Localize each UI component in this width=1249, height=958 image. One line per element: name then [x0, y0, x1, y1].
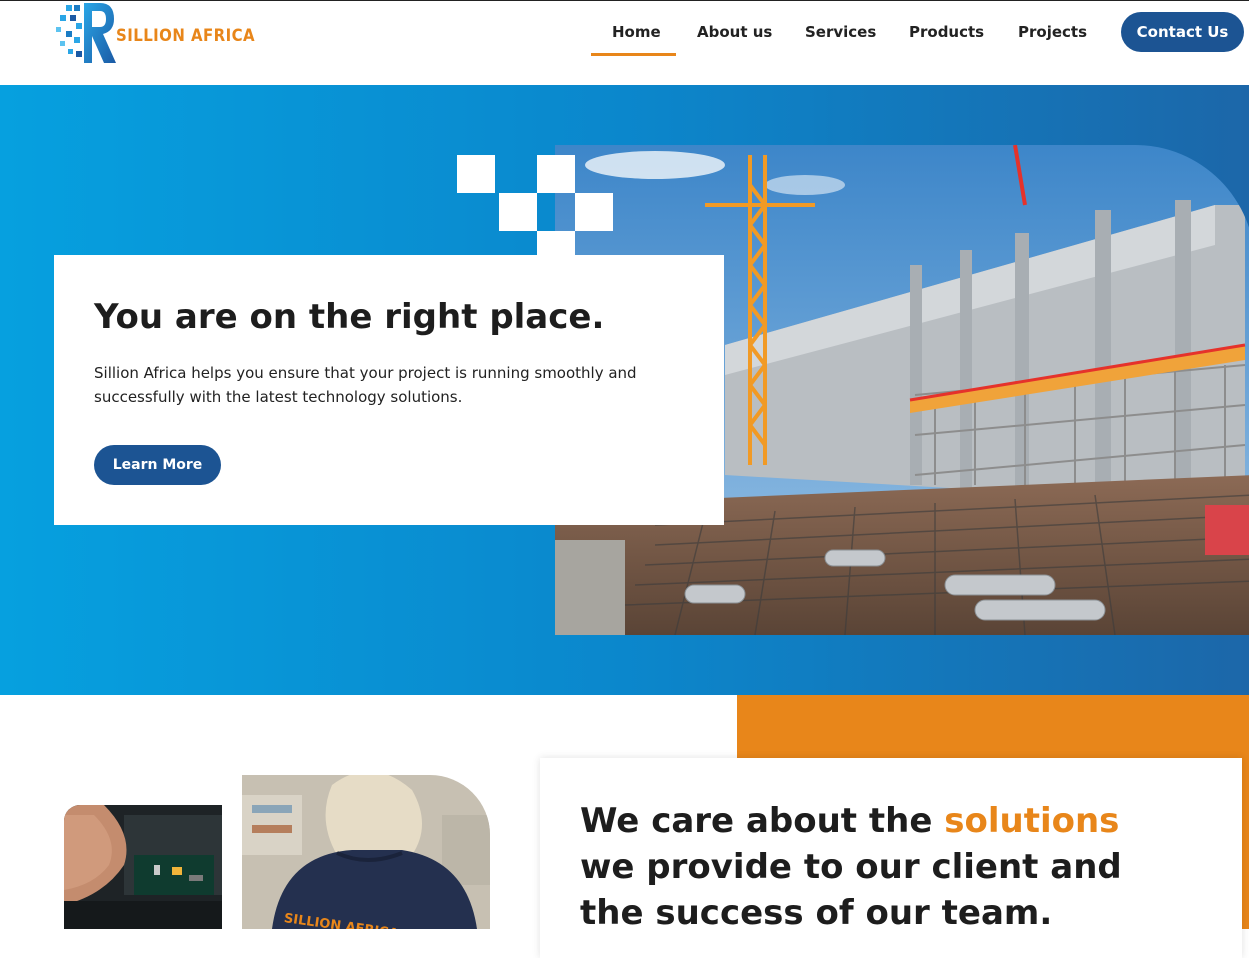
care-title-part1: We care about the [580, 801, 945, 841]
nav-products[interactable]: Products [909, 23, 984, 41]
care-title-accent: solutions [944, 801, 1120, 841]
nav-projects[interactable]: Projects [1018, 23, 1087, 41]
nav-home[interactable]: Home [612, 23, 661, 41]
logo-text: SILLION AFRICA [116, 26, 256, 46]
nav-active-indicator [591, 53, 676, 56]
electronics-repair-photo [64, 805, 222, 929]
decor-square [499, 193, 537, 231]
contact-us-button[interactable]: Contact Us [1121, 12, 1244, 52]
nav-services[interactable]: Services [805, 23, 876, 41]
hero-section: You are on the right place. Sillion Afri… [0, 85, 1249, 695]
worker-in-jacket-photo [242, 775, 490, 929]
decor-square [575, 193, 613, 231]
hero-description: Sillion Africa helps you ensure that you… [94, 364, 637, 406]
learn-more-button[interactable]: Learn More [94, 445, 221, 485]
decor-square [457, 155, 495, 193]
logo-icon [56, 3, 116, 63]
electronics-image [64, 805, 222, 929]
decor-square [537, 155, 575, 193]
site-header: SILLION AFRICA Home About us Services Pr… [0, 1, 1249, 85]
hero-card: You are on the right place. Sillion Afri… [54, 255, 724, 525]
decor-square [537, 231, 575, 255]
care-title: We care about the solutions we provide t… [580, 798, 1180, 936]
logo[interactable]: SILLION AFRICA [54, 1, 255, 65]
care-title-part2: we provide to our client and the success… [580, 847, 1122, 933]
worker-image: SILLION AFRICA LTD [242, 775, 490, 929]
nav-about-us[interactable]: About us [697, 23, 772, 41]
hero-title: You are on the right place. [94, 297, 605, 337]
care-card: We care about the solutions we provide t… [540, 758, 1242, 958]
